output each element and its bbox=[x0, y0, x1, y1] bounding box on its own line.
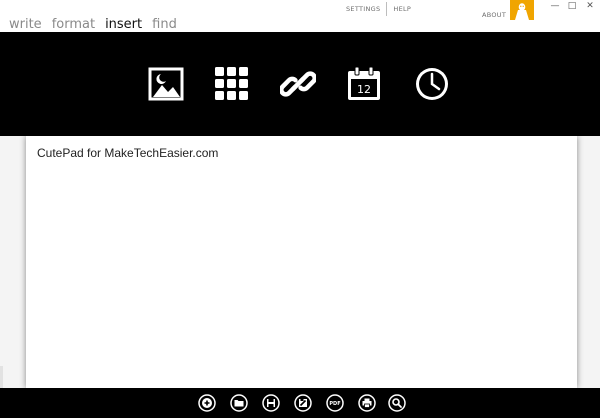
divider bbox=[386, 2, 388, 16]
new-document-button[interactable] bbox=[198, 394, 216, 412]
save-icon bbox=[262, 394, 280, 412]
document-text[interactable]: CutePad for MakeTechEasier.com bbox=[37, 146, 218, 160]
bottom-toolbar: PDF bbox=[0, 388, 600, 418]
image-icon bbox=[148, 67, 184, 101]
settings-link[interactable]: SETTINGS bbox=[346, 4, 380, 14]
insert-date-button[interactable]: 12 bbox=[346, 66, 382, 102]
penguin-logo-icon bbox=[515, 3, 529, 20]
insert-image-button[interactable] bbox=[148, 66, 184, 102]
search-icon bbox=[388, 394, 406, 412]
top-links: SETTINGS HELP bbox=[346, 2, 411, 16]
menu-format[interactable]: format bbox=[52, 16, 95, 33]
search-button[interactable] bbox=[388, 394, 406, 412]
help-link[interactable]: HELP bbox=[393, 4, 411, 14]
open-folder-icon bbox=[230, 394, 248, 412]
insert-link-button[interactable] bbox=[280, 66, 316, 102]
insert-ribbon: 12 bbox=[0, 32, 600, 136]
table-grid-icon bbox=[215, 67, 248, 100]
app-logo[interactable] bbox=[510, 0, 534, 20]
title-bar: write format insert find SETTINGS HELP A… bbox=[0, 0, 600, 32]
save-button[interactable] bbox=[262, 394, 280, 412]
insert-table-button[interactable] bbox=[214, 66, 250, 102]
clock-icon bbox=[416, 68, 448, 100]
menu-write[interactable]: write bbox=[9, 16, 42, 33]
calendar-day: 12 bbox=[357, 83, 371, 96]
maximize-button[interactable]: □ bbox=[566, 0, 578, 12]
document-page[interactable]: CutePad for MakeTechEasier.com bbox=[26, 136, 577, 388]
export-pdf-button[interactable]: PDF bbox=[326, 394, 344, 412]
close-button[interactable]: ✕ bbox=[584, 0, 596, 12]
pdf-label: PDF bbox=[329, 401, 340, 407]
main-menu: write format insert find bbox=[9, 16, 177, 33]
link-icon bbox=[280, 71, 316, 97]
insert-time-button[interactable] bbox=[414, 66, 450, 102]
print-button[interactable] bbox=[358, 394, 376, 412]
new-icon bbox=[198, 394, 216, 412]
calendar-icon: 12 bbox=[348, 66, 380, 100]
open-button[interactable] bbox=[230, 394, 248, 412]
menu-insert[interactable]: insert bbox=[105, 16, 142, 33]
menu-find[interactable]: find bbox=[152, 16, 177, 33]
about-link[interactable]: ABOUT bbox=[482, 11, 506, 19]
pdf-icon: PDF bbox=[326, 394, 344, 412]
save-as-icon bbox=[294, 394, 312, 412]
print-icon bbox=[358, 394, 376, 412]
minimize-button[interactable]: — bbox=[549, 0, 561, 12]
save-as-button[interactable] bbox=[294, 394, 312, 412]
